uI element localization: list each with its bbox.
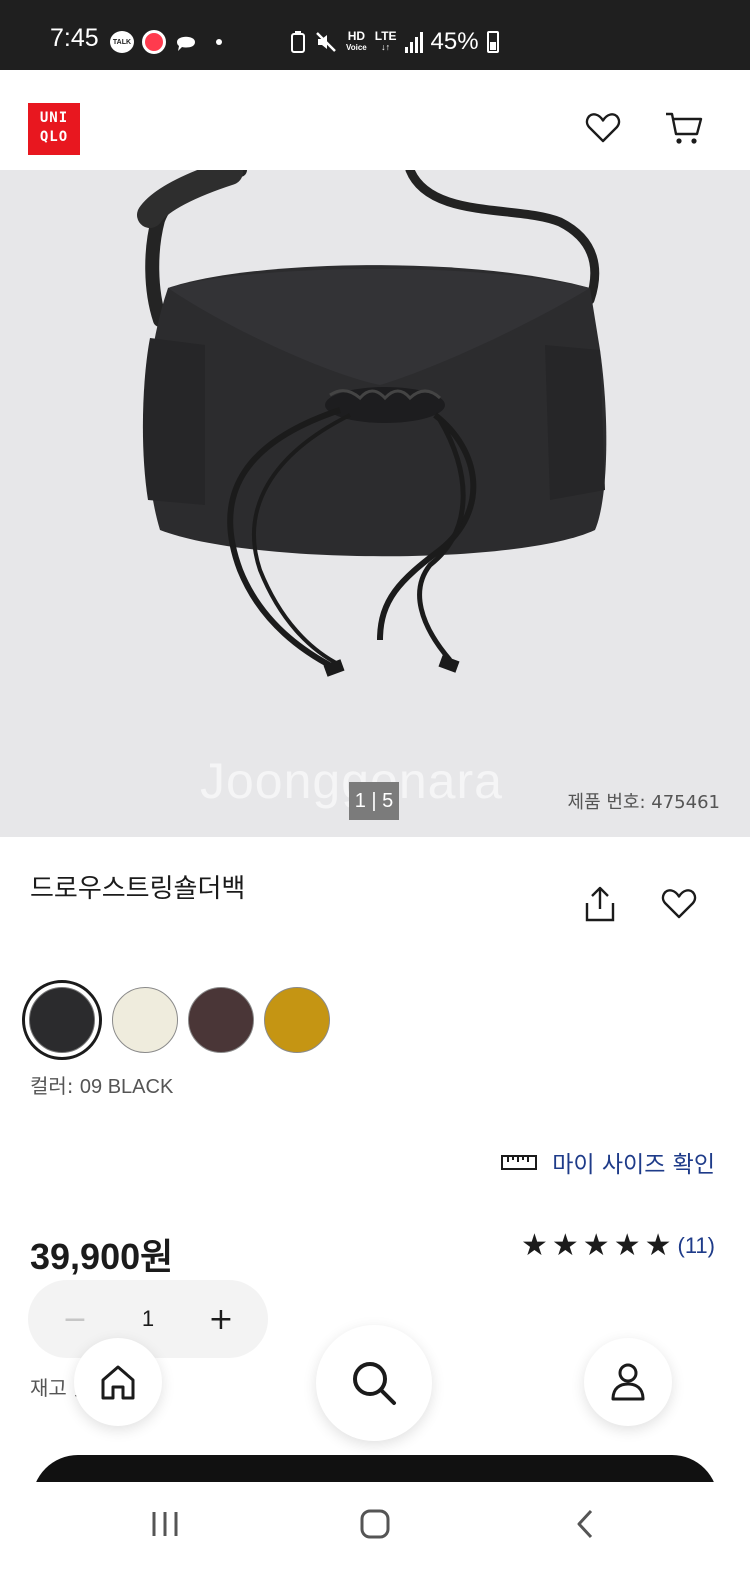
hd-voice-indicator: HD Voice [346, 29, 367, 52]
status-bar: 7:45 TALK HD Voice LTE ↓↑ 45% [0, 0, 750, 70]
home-icon [101, 1365, 135, 1400]
heart-icon [585, 113, 621, 143]
search-icon [353, 1362, 396, 1405]
swatch-fill [29, 987, 95, 1053]
recycle-battery-icon [291, 31, 305, 53]
recents-icon [152, 1512, 178, 1536]
price: 39,900원 [30, 1236, 174, 1278]
user-icon [611, 1363, 645, 1401]
color-swatch-brown[interactable] [188, 987, 254, 1053]
kakaotalk-icon: TALK [110, 31, 134, 53]
star-icon: ★ [644, 1228, 672, 1263]
recents-button[interactable] [135, 1504, 195, 1544]
uniqlo-logo[interactable]: UNI QLO [28, 103, 80, 155]
product-image-carousel[interactable]: Joonggonara 1 | 5 제품 번호: 475461 [0, 170, 750, 837]
product-image [137, 170, 607, 677]
heart-icon [661, 889, 697, 919]
review-count[interactable]: (11) [678, 1233, 716, 1259]
battery-percent: 45% [430, 28, 479, 55]
star-icon: ★ [582, 1228, 610, 1263]
decrease-quantity-button[interactable]: − [60, 1302, 90, 1337]
mute-icon [316, 32, 336, 52]
product-number: 제품 번호: 475461 [567, 792, 720, 813]
product-title: 드로우스트링숄더백 [30, 874, 246, 904]
system-navigation-bar [0, 1482, 750, 1583]
system-home-button[interactable] [345, 1504, 405, 1544]
quantity-value: 1 [141, 1306, 155, 1331]
battery-icon [486, 31, 499, 53]
color-swatch-black[interactable] [22, 980, 102, 1060]
star-icon: ★ [551, 1228, 579, 1263]
color-swatches [22, 980, 330, 1060]
favorite-button[interactable] [657, 882, 701, 926]
lte-indicator: LTE ↓↑ [374, 29, 397, 52]
more-notifications-icon [216, 39, 222, 45]
color-swatch-ivory[interactable] [112, 987, 178, 1053]
chat-icon [177, 36, 195, 51]
increase-quantity-button[interactable]: + [206, 1302, 236, 1337]
wishlist-button[interactable] [581, 108, 625, 148]
rating[interactable]: ★ ★ ★ ★ ★ (11) [521, 1230, 715, 1262]
app-notification-icon [142, 30, 166, 54]
back-button[interactable] [555, 1504, 615, 1544]
notification-icons: TALK [110, 30, 222, 54]
back-icon [577, 1509, 593, 1539]
star-icon: ★ [613, 1228, 641, 1263]
share-icon [585, 886, 615, 922]
home-icon [360, 1509, 390, 1539]
cart-button[interactable] [662, 108, 706, 148]
home-button[interactable] [74, 1338, 162, 1426]
my-size-label: 마이 사이즈 확인 [552, 1152, 715, 1178]
image-counter: 1 | 5 [349, 782, 399, 820]
ruler-icon [501, 1155, 538, 1170]
account-button[interactable] [584, 1338, 672, 1426]
status-time: 7:45 [50, 24, 99, 52]
cart-icon [666, 112, 703, 144]
signal-icon [404, 31, 423, 53]
selected-color-label: 컬러: 09 BLACK [30, 1074, 174, 1098]
star-icon: ★ [520, 1228, 548, 1263]
search-button[interactable] [316, 1325, 432, 1441]
my-size-link[interactable]: 마이 사이즈 확인 [500, 1145, 715, 1179]
quantity-stepper: − 1 + [28, 1280, 268, 1358]
status-right: HD Voice LTE ↓↑ 45% [290, 28, 499, 56]
share-button[interactable] [578, 880, 622, 928]
app-header: UNI QLO [0, 70, 750, 170]
color-swatch-mustard[interactable] [264, 987, 330, 1053]
